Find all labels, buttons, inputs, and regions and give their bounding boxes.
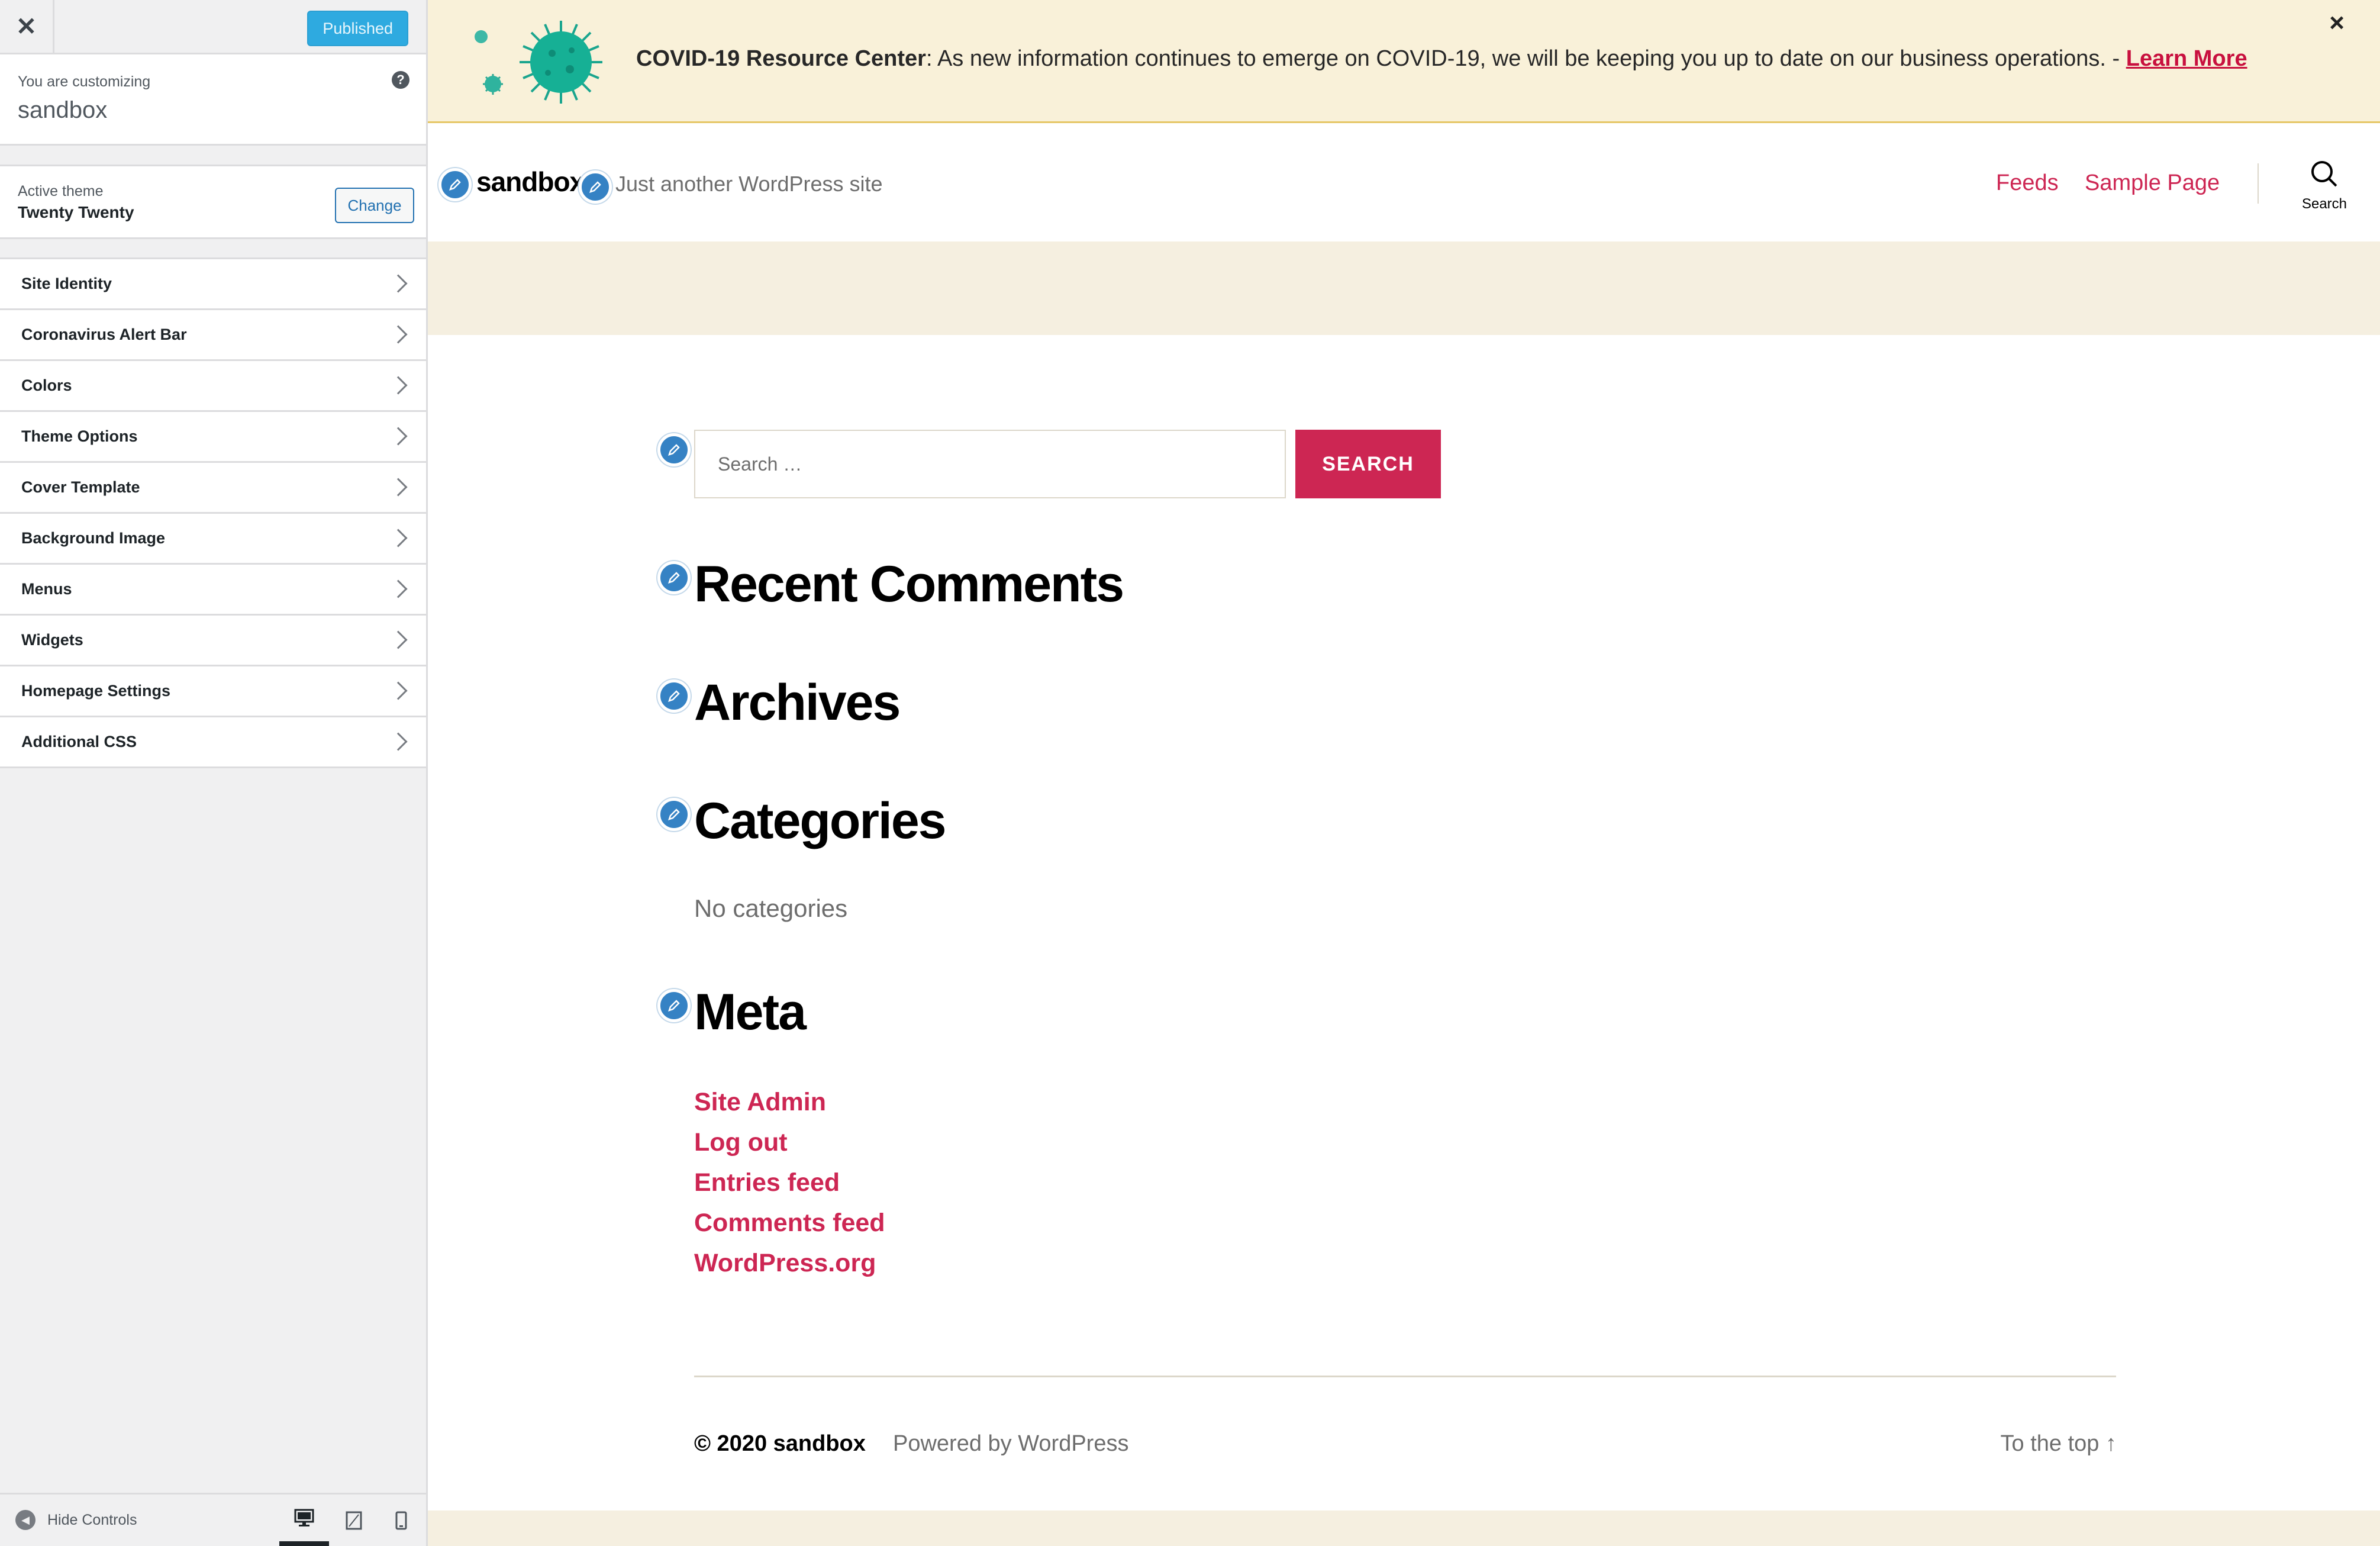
- panel-homepage-settings[interactable]: Homepage Settings: [0, 666, 426, 717]
- panel-label: Colors: [21, 376, 72, 394]
- widget-title-recent-comments: Recent Comments: [694, 556, 1124, 613]
- header-search-toggle[interactable]: Search: [2292, 159, 2357, 212]
- panel-cover-template[interactable]: Cover Template: [0, 463, 426, 514]
- nav-link-feeds[interactable]: Feeds: [1996, 170, 2059, 196]
- panel-site-identity[interactable]: Site Identity: [0, 259, 426, 310]
- customizer-panel-list: Site Identity Coronavirus Alert Bar Colo…: [0, 257, 426, 768]
- meta-link-site-admin[interactable]: Site Admin: [694, 1082, 885, 1122]
- change-theme-button[interactable]: Change: [335, 188, 414, 223]
- chevron-right-icon: [389, 529, 408, 547]
- active-theme-name: Twenty Twenty: [18, 203, 134, 221]
- panel-label: Homepage Settings: [21, 682, 171, 700]
- close-customizer-button[interactable]: ✕: [0, 0, 54, 53]
- site-header: sandbox Just another WordPress site Feed…: [428, 123, 2380, 241]
- panel-menus[interactable]: Menus: [0, 565, 426, 616]
- alert-message: COVID-19 Resource Center: As new informa…: [636, 46, 2247, 72]
- edit-shortcut-pencil-icon[interactable]: [657, 798, 691, 831]
- edit-shortcut-pencil-icon[interactable]: [579, 170, 612, 204]
- mobile-icon: [395, 1511, 407, 1529]
- to-the-top-link[interactable]: To the top ↑: [2001, 1431, 2117, 1457]
- site-preview: COVID-19 Resource Center: As new informa…: [428, 0, 2380, 1546]
- footer-copyright: © 2020 sandbox: [694, 1431, 866, 1456]
- virus-icon: [475, 21, 602, 104]
- hide-controls-button[interactable]: ◀ Hide Controls: [15, 1510, 137, 1530]
- panel-label: Cover Template: [21, 478, 140, 496]
- header-band: [428, 241, 2380, 335]
- panel-label: Site Identity: [21, 275, 112, 292]
- desktop-icon: [294, 1509, 314, 1526]
- covid-alert-bar: COVID-19 Resource Center: As new informa…: [428, 0, 2380, 123]
- alert-body: : As new information continues to emerge…: [925, 46, 2126, 71]
- chevron-right-icon: [389, 732, 408, 751]
- footer-powered-by-link[interactable]: Powered by WordPress: [893, 1431, 1128, 1457]
- widget-title-meta: Meta: [694, 984, 807, 1041]
- chevron-right-icon: [389, 630, 408, 649]
- meta-link-comments-feed[interactable]: Comments feed: [694, 1203, 885, 1243]
- chevron-right-icon: [389, 579, 408, 598]
- preview-desktop-button[interactable]: [279, 1495, 329, 1546]
- edit-shortcut-pencil-icon[interactable]: [657, 989, 691, 1022]
- widget-title-categories: Categories: [694, 793, 946, 849]
- panel-background-image[interactable]: Background Image: [0, 514, 426, 565]
- panel-label: Menus: [21, 580, 72, 598]
- active-theme-label: Active theme: [18, 183, 104, 199]
- panel-colors[interactable]: Colors: [0, 361, 426, 412]
- edit-shortcut-pencil-icon[interactable]: [657, 561, 691, 594]
- hide-controls-label: Hide Controls: [47, 1511, 137, 1528]
- panel-label: Theme Options: [21, 427, 138, 445]
- nav-divider: [2258, 163, 2259, 204]
- tablet-icon: [346, 1511, 362, 1529]
- panel-label: Coronavirus Alert Bar: [21, 326, 187, 343]
- panel-label: Additional CSS: [21, 733, 137, 751]
- chevron-right-icon: [389, 478, 408, 497]
- panel-coronavirus-alert-bar[interactable]: Coronavirus Alert Bar: [0, 310, 426, 361]
- edit-shortcut-pencil-icon[interactable]: [657, 679, 691, 713]
- close-icon: ✕: [15, 12, 37, 40]
- panel-widgets[interactable]: Widgets: [0, 616, 426, 666]
- search-input[interactable]: [694, 430, 1286, 498]
- preview-tablet-button[interactable]: [329, 1495, 379, 1546]
- customizing-info: You are customizing sandbox ?: [0, 54, 426, 146]
- chevron-right-icon: [389, 274, 408, 293]
- widget-title-archives: Archives: [694, 674, 901, 731]
- publish-button[interactable]: Published: [307, 11, 408, 46]
- active-theme-section: Active theme Twenty Twenty Change: [0, 165, 426, 239]
- chevron-right-icon: [389, 376, 408, 395]
- meta-links: Site Admin Log out Entries feed Comments…: [694, 1082, 885, 1283]
- customizing-site-name: sandbox: [18, 97, 108, 123]
- chevron-right-icon: [389, 681, 408, 700]
- panel-theme-options[interactable]: Theme Options: [0, 412, 426, 463]
- customizing-label: You are customizing: [18, 73, 151, 90]
- collapse-arrow-icon: ◀: [15, 1510, 36, 1530]
- search-icon: [2311, 161, 2337, 187]
- footer-divider: [694, 1376, 2116, 1377]
- edit-shortcut-pencil-icon[interactable]: [657, 433, 691, 466]
- panel-label: Background Image: [21, 529, 166, 547]
- search-button[interactable]: SEARCH: [1295, 430, 1441, 498]
- learn-more-link[interactable]: Learn More: [2126, 46, 2247, 71]
- meta-link-wordpress-org[interactable]: WordPress.org: [694, 1243, 885, 1283]
- help-icon[interactable]: ?: [392, 71, 409, 89]
- widget-area: SEARCH Recent Comments Archives Categori…: [428, 335, 2380, 1513]
- no-categories-text: No categories: [694, 894, 848, 922]
- edit-shortcut-pencil-icon[interactable]: [438, 168, 472, 201]
- alert-close-icon[interactable]: ×: [2329, 8, 2344, 38]
- customizer-footer: ◀ Hide Controls: [0, 1493, 426, 1546]
- panel-label: Widgets: [21, 631, 83, 649]
- alert-title: COVID-19 Resource Center: [636, 46, 926, 71]
- customizer-sidebar: ✕ Published You are customizing sandbox …: [0, 0, 428, 1546]
- nav-link-sample-page[interactable]: Sample Page: [2085, 170, 2220, 196]
- meta-link-entries-feed[interactable]: Entries feed: [694, 1162, 885, 1203]
- meta-link-log-out[interactable]: Log out: [694, 1122, 885, 1162]
- site-description: Just another WordPress site: [615, 172, 883, 196]
- chevron-right-icon: [389, 427, 408, 446]
- customizer-header: ✕ Published: [0, 0, 426, 54]
- header-search-label: Search: [2301, 196, 2347, 212]
- preview-mobile-button[interactable]: [376, 1495, 426, 1546]
- panel-additional-css[interactable]: Additional CSS: [0, 717, 426, 768]
- footer-band: [428, 1510, 2380, 1546]
- site-title[interactable]: sandbox: [476, 166, 585, 198]
- chevron-right-icon: [389, 325, 408, 344]
